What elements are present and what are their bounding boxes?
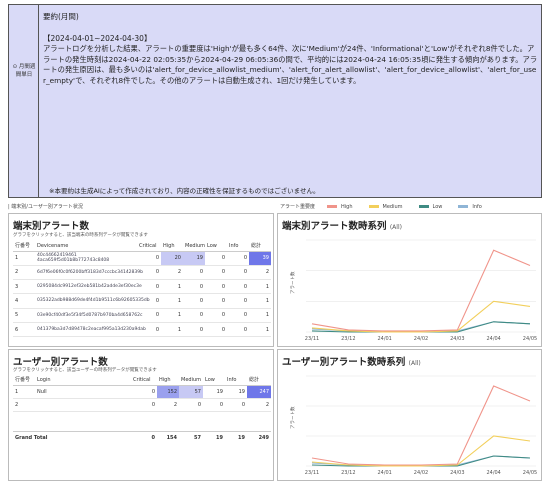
y-axis-label: アラート数 [289, 406, 296, 429]
device-name: 035322adb988d69de4f4d1b9511c6b92605335db [35, 293, 150, 309]
summary-disclaimer: ※本要約は生成AIによって作成されており、内容の正確性を保証するものではございま… [49, 187, 320, 195]
user-login [35, 398, 131, 412]
table-row[interactable]: 5 03e90cf40df3e5f34f5d0787b970ba4d658762… [13, 308, 271, 323]
x-tick-label: 24/03 [450, 336, 464, 342]
col-header[interactable]: Low [203, 375, 225, 386]
section-heading: | 端末別/ユーザー別アラート状況 [8, 204, 83, 210]
x-tick-label: 23/11 [305, 470, 319, 476]
severity-legend: アラート重要度 High Medium Low Info [280, 202, 498, 211]
summary-body: アラートログを分析した結果、アラートの重要度は'High'が最も多く64件、次に… [43, 44, 538, 85]
table-row[interactable]: 2 6d7f6e06f0c0f6200bff3183d7cccbc3414283… [13, 265, 271, 281]
x-tick-label: 24/01 [377, 470, 391, 476]
device-name: 40c44662419461 4aca659f5d01b8b772743c840… [35, 251, 137, 266]
table-header-row: 行番号 Devicename Critical High Medium Low … [13, 241, 271, 252]
summary-period: 【2024-04-01~2024-04-30】 [43, 34, 152, 43]
col-header[interactable]: Critical [137, 241, 161, 252]
x-tick-label: 24/03 [450, 470, 464, 476]
user-alert-panel: ユーザー別アラート数 グラフをクリックすると、該当ユーザーの時系列データが閲覧で… [8, 349, 274, 481]
legend-swatch-low [418, 205, 429, 208]
x-tick-label: 23/11 [305, 336, 319, 342]
x-tick-label: 23/12 [341, 470, 355, 476]
summary-title: 要約(月間) [43, 12, 79, 21]
user-login: Null [35, 385, 131, 399]
x-tick-label: 23/12 [341, 336, 355, 342]
user-timeseries-panel: ユーザー別アラート数時系列 (All) アラート数 23/11 23/12 24/01… [277, 349, 542, 481]
period-selector[interactable]: ⊙ 月間週間単日 [10, 63, 38, 79]
legend-swatch-info [458, 205, 469, 208]
x-tick-label: 24/02 [414, 470, 428, 476]
device-table-subtitle: グラフをクリックすると、該当端末の時系列データが閲覧できます [13, 233, 148, 238]
device-timeseries-chart[interactable]: アラート数 23/11 23/12 24/01 24/02 24/03 24/04 24/05 [278, 214, 543, 348]
col-header[interactable]: Medium [183, 241, 205, 252]
legend-title: アラート重要度 [280, 204, 316, 210]
device-name: 041379ba3d7d89478c2eacaf995a13d230a9dab [35, 322, 146, 338]
summary-panel: ⊙ 月間週間単日 要約(月間) 【2024-04-01~2024-04-30】 … [8, 4, 542, 198]
user-table-title: ユーザー別アラート数 [13, 357, 108, 368]
col-header[interactable]: 行番号 [13, 241, 35, 252]
series-line-medium [311, 300, 531, 333]
legend-swatch-medium [368, 205, 379, 208]
spacer-row [13, 411, 271, 432]
period-selector-band: ⊙ 月間週間単日 [9, 5, 39, 197]
device-alert-table: 行番号 Devicename Critical High Medium Low … [13, 241, 271, 338]
x-tick-label: 24/05 [523, 336, 537, 342]
device-name: 6d7f6e06f0c0f6200bff3183d7cccbc34142839b [35, 265, 143, 281]
x-tick-label: 24/04 [486, 336, 500, 342]
col-header[interactable]: 総計 [249, 241, 271, 252]
legend-item-low[interactable]: Low [418, 204, 442, 210]
x-tick-label: 24/05 [523, 470, 537, 476]
device-timeseries-panel: 端末別アラート数時系列 (All) アラート数 23/11 23/12 24/01 24… [277, 213, 542, 347]
y-axis-label: アラート数 [289, 271, 296, 294]
table-row[interactable]: 6 041379ba3d7d89478c2eacaf995a13d230a9da… [13, 322, 271, 338]
device-name: 03e90cf40df3e5f34f5d0787b970ba4d658762c [35, 308, 142, 323]
legend-swatch-high [327, 205, 338, 208]
legend-item-medium[interactable]: Medium [368, 204, 403, 210]
series-line-high [311, 249, 531, 332]
x-tick-label: 24/01 [377, 336, 391, 342]
legend-item-info[interactable]: Info [458, 204, 482, 210]
period-selector-label: 月間週間単日 [15, 64, 36, 78]
col-header[interactable]: High [161, 241, 183, 252]
device-name: 0295084dc9912ef32eb581b42adde3ef30ec3e [35, 279, 142, 295]
col-header[interactable]: Login [35, 375, 131, 386]
user-table-subtitle: グラフをクリックすると、該当ユーザーの時系列データが閲覧できます [13, 368, 157, 373]
series-line-medium [311, 435, 531, 467]
table-row[interactable]: 2 0 2 0 0 0 2 [13, 398, 271, 412]
device-alert-panel: 端末別アラート数 グラフをクリックすると、該当端末の時系列データが閲覧できます … [8, 213, 274, 347]
col-header[interactable]: Info [227, 241, 249, 252]
col-header[interactable]: Devicename [35, 241, 137, 252]
table-row[interactable]: 4 035322adb988d69de4f4d1b9511c6b92605335… [13, 293, 271, 309]
col-header[interactable]: 行番号 [13, 375, 35, 386]
table-row[interactable]: 3 0295084dc9912ef32eb581b42adde3ef30ec3e… [13, 279, 271, 295]
col-header[interactable]: High [157, 375, 179, 386]
user-timeseries-chart[interactable]: アラート数 23/11 23/12 24/01 24/02 24/03 24/04 24/05 [278, 350, 543, 482]
col-header[interactable]: Medium [179, 375, 203, 386]
table-row[interactable]: 1 Null 0 152 57 19 19 247 [13, 385, 271, 399]
legend-item-high[interactable]: High [327, 204, 353, 210]
col-header[interactable]: Critical [131, 375, 157, 386]
user-alert-table: 行番号 Login Critical High Medium Low Info … [13, 375, 271, 444]
col-header[interactable]: 総計 [247, 375, 271, 386]
grand-total-row: Grand Total 0 154 57 19 19 249 [15, 434, 269, 441]
series-line-high [311, 385, 531, 466]
col-header[interactable]: Low [205, 241, 227, 252]
table-row[interactable]: 1 40c44662419461 4aca659f5d01b8b772743c8… [13, 251, 271, 266]
col-header[interactable]: Info [225, 375, 247, 386]
table-header-row: 行番号 Login Critical High Medium Low Info … [13, 375, 271, 386]
device-table-title: 端末別アラート数 [13, 221, 90, 232]
x-tick-label: 24/04 [486, 470, 500, 476]
x-tick-label: 24/02 [414, 336, 428, 342]
radio-icon[interactable]: ⊙ [13, 64, 18, 70]
